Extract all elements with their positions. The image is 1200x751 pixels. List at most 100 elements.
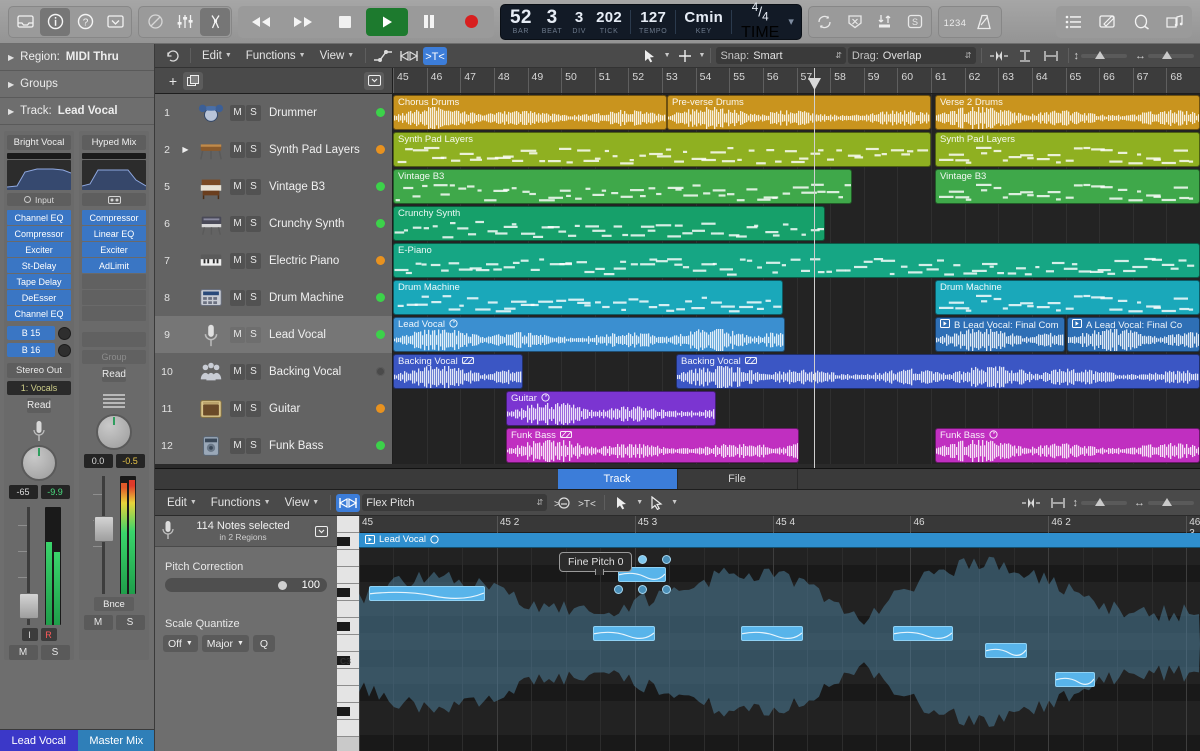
group-slot-2[interactable]: Group bbox=[82, 350, 146, 364]
send-level-knob[interactable] bbox=[58, 326, 71, 340]
pitch-correction-slider[interactable]: 100 bbox=[165, 578, 327, 592]
footer-lead-vocal[interactable]: Lead Vocal bbox=[0, 729, 78, 751]
track-solo-button[interactable]: S bbox=[246, 400, 261, 417]
track-name[interactable]: Synth Pad Layers bbox=[265, 144, 372, 156]
piano-key-black[interactable] bbox=[337, 622, 350, 631]
automation-icon[interactable] bbox=[371, 47, 395, 65]
arrange-ruler[interactable]: 45 46 47 48 49 50 51 52 53 54 55 56 57 58 59 60 61 62 63 64… bbox=[393, 68, 1200, 94]
region[interactable]: A Lead Vocal: Final Co bbox=[1067, 317, 1200, 352]
keyboard-icon[interactable] bbox=[196, 136, 226, 164]
flex-pitch-note[interactable] bbox=[893, 626, 953, 641]
inspector-icon[interactable] bbox=[40, 7, 70, 36]
piano-key-black[interactable] bbox=[337, 707, 350, 716]
track-solo-button[interactable]: S bbox=[246, 363, 261, 380]
eq-thumbnail[interactable] bbox=[7, 153, 71, 190]
scale-quantize-q-button[interactable]: Q bbox=[252, 635, 275, 652]
playhead-handle[interactable] bbox=[808, 77, 821, 90]
singers-icon[interactable] bbox=[196, 358, 226, 386]
channel-strip-name[interactable]: Hyped Mix bbox=[82, 135, 146, 150]
automation-mode-button-2[interactable]: Read bbox=[102, 367, 126, 382]
editor-pointer-tool-icon[interactable] bbox=[610, 494, 634, 512]
drag-control[interactable]: Drag: Overlap ⇵ bbox=[847, 47, 976, 64]
count-in-icon[interactable]: 1234 bbox=[940, 8, 970, 36]
piano-key-white[interactable] bbox=[337, 550, 359, 567]
mute-button[interactable]: M bbox=[8, 645, 38, 660]
insert-slot[interactable]: AdLimit bbox=[82, 258, 146, 273]
region[interactable]: E-Piano bbox=[393, 243, 1200, 278]
editor-vertical-zoom-slider[interactable] bbox=[1081, 497, 1127, 506]
track-name[interactable]: Drum Machine bbox=[265, 292, 372, 304]
chevron-down-icon[interactable]: ▼ bbox=[699, 52, 706, 59]
mute-button-2[interactable]: M bbox=[83, 615, 113, 630]
track-lane[interactable]: Drum Machine Drum Machine bbox=[393, 279, 1200, 316]
track-mute-button[interactable]: M bbox=[230, 437, 245, 454]
inspector-groups-row[interactable]: ▶ Groups bbox=[0, 71, 154, 98]
region[interactable]: Drum Machine bbox=[393, 280, 783, 315]
record-enable-button[interactable]: R bbox=[40, 628, 57, 641]
pan-value[interactable]: -65 bbox=[8, 485, 38, 499]
editor-flex-pitch-icon[interactable]: >T< bbox=[575, 494, 599, 512]
track-mute-button[interactable]: M bbox=[230, 215, 245, 232]
playhead[interactable] bbox=[814, 68, 815, 468]
insert-slot[interactable]: DeEsser bbox=[7, 290, 71, 305]
track-name[interactable]: Vintage B3 bbox=[265, 181, 372, 193]
region[interactable]: Synth Pad Layers bbox=[935, 132, 1200, 167]
editor-horizontal-zoom-slider[interactable] bbox=[1148, 497, 1194, 506]
note-grid[interactable] bbox=[359, 548, 1200, 751]
catch-playhead-icon[interactable] bbox=[161, 47, 185, 65]
piano-key-white[interactable] bbox=[337, 686, 359, 703]
input-slot[interactable]: Input bbox=[7, 193, 71, 206]
take-folder-icon[interactable] bbox=[1072, 319, 1082, 331]
track-mute-button[interactable]: M bbox=[230, 363, 245, 380]
loop-browser-icon[interactable] bbox=[1126, 8, 1156, 36]
flex-pitch-hotspot[interactable] bbox=[638, 585, 647, 594]
insert-slot[interactable]: Channel EQ bbox=[7, 306, 71, 321]
smart-controls-icon[interactable] bbox=[140, 8, 170, 36]
region[interactable]: B Lead Vocal: Final Com bbox=[935, 317, 1065, 352]
track-lane[interactable]: Vintage B3 Vintage B3 bbox=[393, 168, 1200, 205]
cycle-icon[interactable] bbox=[810, 8, 840, 36]
channel-strip-name[interactable]: Bright Vocal bbox=[7, 135, 71, 150]
region[interactable]: Backing Vocal bbox=[676, 354, 1200, 389]
balance-value[interactable]: 0.0 bbox=[83, 454, 113, 468]
pan-knob[interactable] bbox=[21, 445, 57, 481]
track-name[interactable]: Guitar bbox=[265, 403, 372, 415]
editor-horizontal-zoom-icon[interactable] bbox=[1046, 494, 1070, 512]
send-slot[interactable]: B 15 bbox=[7, 326, 55, 340]
track-lane[interactable]: Backing Vocal Backing Vocal bbox=[393, 353, 1200, 390]
toolbar-icon[interactable] bbox=[100, 8, 130, 36]
track-solo-button[interactable]: S bbox=[246, 178, 261, 195]
insert-slot[interactable]: Channel EQ bbox=[7, 210, 71, 225]
stepper-icon[interactable]: ⇵ bbox=[537, 498, 544, 507]
pitch-correction-knob[interactable] bbox=[278, 580, 287, 590]
inspector-track-row[interactable]: ▶ Track: Lead Vocal bbox=[0, 98, 154, 125]
inspector-region-row[interactable]: ▶ Region: MIDI Thru bbox=[0, 44, 154, 71]
track-name[interactable]: Lead Vocal bbox=[265, 329, 372, 341]
track-lane[interactable]: Funk Bass Funk Bass bbox=[393, 427, 1200, 464]
volume-value[interactable]: -9.9 bbox=[40, 485, 70, 499]
add-track-button[interactable]: + bbox=[163, 72, 183, 90]
track-name[interactable]: Funk Bass bbox=[265, 440, 372, 452]
disclosure-triangle-icon[interactable]: ▶ bbox=[8, 53, 14, 62]
lcd-display[interactable]: 52 BAR 3 BEAT 3 DIV 202 TICK 127 TEMPO C… bbox=[500, 1, 802, 41]
track-lane[interactable]: E-Piano bbox=[393, 242, 1200, 279]
track-name[interactable]: Crunchy Synth bbox=[265, 218, 372, 230]
piano-key-white[interactable] bbox=[337, 601, 359, 618]
track-record-led[interactable] bbox=[376, 108, 385, 117]
piano-key-white[interactable] bbox=[337, 635, 359, 652]
microphone-icon[interactable] bbox=[196, 321, 226, 349]
track-header-backing-vocal[interactable]: 10 M S Backing Vocal bbox=[155, 353, 393, 390]
solo-icon[interactable]: S bbox=[900, 8, 930, 36]
track-header-config-button[interactable] bbox=[364, 71, 384, 90]
region[interactable]: Synth Pad Layers bbox=[393, 132, 931, 167]
notes-icon[interactable] bbox=[1092, 8, 1122, 36]
pause-icon[interactable] bbox=[408, 8, 450, 36]
track-lane[interactable]: Chorus Drums Pre-verse Drums Verse 2 Drums bbox=[393, 94, 1200, 131]
drum-kit-icon[interactable] bbox=[196, 99, 226, 127]
piano-key-black[interactable] bbox=[337, 588, 350, 597]
scale-quantize-scale-select[interactable]: Major ▼ bbox=[201, 635, 249, 652]
track-record-led[interactable] bbox=[376, 219, 385, 228]
insert-slot-empty[interactable] bbox=[82, 274, 146, 289]
insert-slot[interactable]: Linear EQ bbox=[82, 226, 146, 241]
footer-master-mix[interactable]: Master Mix bbox=[77, 729, 154, 751]
